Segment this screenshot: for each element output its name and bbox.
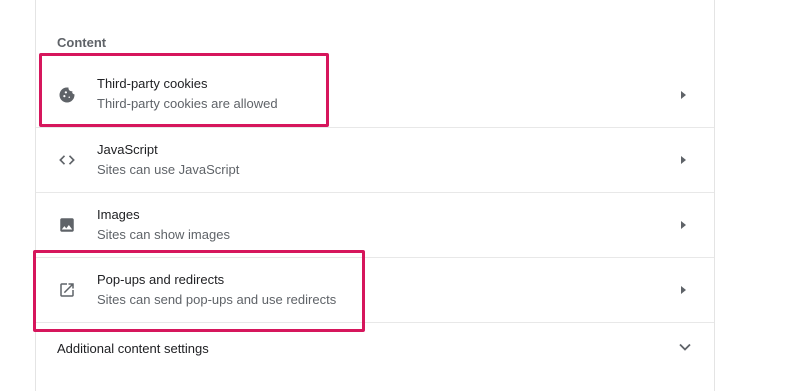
row-title: Pop-ups and redirects (97, 272, 225, 287)
row-title: Images (97, 207, 140, 222)
code-icon (57, 150, 77, 170)
chevron-down-icon (679, 343, 691, 351)
javascript-row[interactable]: JavaScript Sites can use JavaScript (36, 127, 714, 192)
additional-content-settings[interactable]: Additional content settings (36, 322, 714, 374)
arrow-right-icon (681, 156, 686, 164)
section-title: Content (57, 35, 107, 50)
row-subtitle: Third-party cookies are allowed (97, 96, 278, 111)
cookie-icon (57, 85, 77, 105)
row-title: JavaScript (97, 142, 158, 157)
row-title: Third-party cookies (97, 76, 208, 91)
popups-redirects-row[interactable]: Pop-ups and redirects Sites can send pop… (36, 257, 714, 322)
row-subtitle: Sites can send pop-ups and use redirects (97, 292, 337, 307)
arrow-right-icon (681, 286, 686, 294)
open-in-new-icon (57, 280, 77, 300)
additional-content-settings-label: Additional content settings (57, 341, 209, 356)
image-icon (57, 215, 77, 235)
settings-page: Content Third-party cookies Third-party … (0, 0, 812, 391)
arrow-right-icon (681, 90, 686, 99)
row-subtitle: Sites can show images (97, 227, 230, 242)
images-row[interactable]: Images Sites can show images (36, 192, 714, 257)
content-settings-card: Content Third-party cookies Third-party … (35, 0, 715, 391)
row-subtitle: Sites can use JavaScript (97, 162, 240, 177)
third-party-cookies-row[interactable]: Third-party cookies Third-party cookies … (36, 62, 714, 127)
arrow-right-icon (681, 221, 686, 229)
